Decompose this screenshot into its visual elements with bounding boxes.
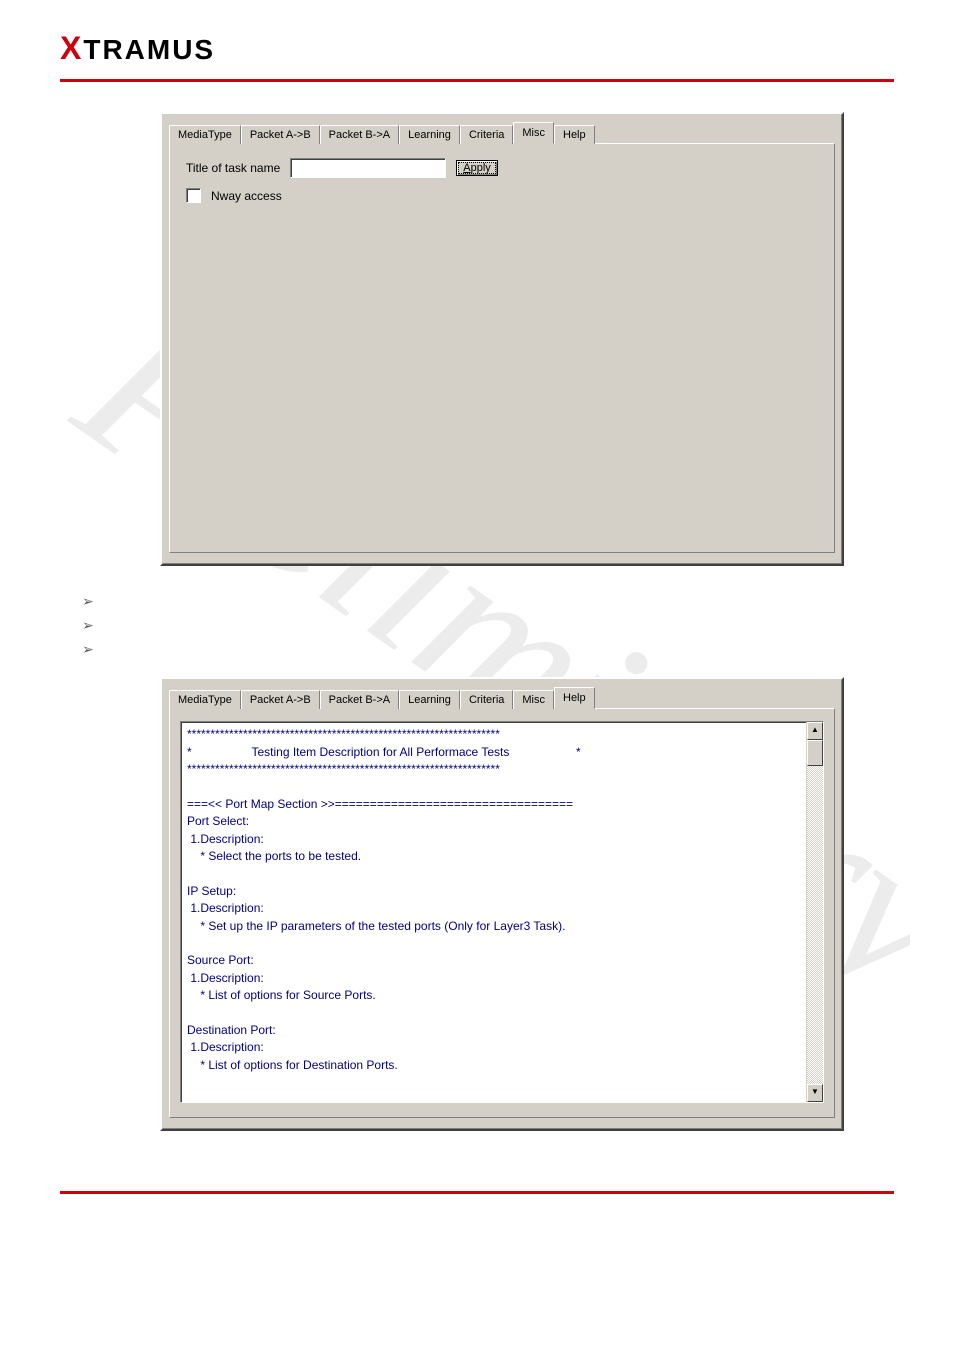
dialog-misc: MediaType Packet A->B Packet B->A Learni… bbox=[160, 112, 844, 566]
bullet-list: ➢ ➢ ➢ bbox=[82, 590, 894, 661]
tab-packet-a-b[interactable]: Packet A->B bbox=[241, 125, 320, 144]
nway-access-label: Nway access bbox=[211, 189, 282, 203]
scroll-up-icon[interactable]: ▲ bbox=[807, 722, 823, 740]
brand-logo: XTRAMUS bbox=[60, 20, 894, 75]
nway-access-checkbox[interactable] bbox=[186, 188, 201, 203]
tab-learning[interactable]: Learning bbox=[399, 690, 460, 709]
tab-mediatype[interactable]: MediaType bbox=[169, 690, 241, 709]
tab-misc[interactable]: Misc bbox=[513, 122, 554, 144]
help-text: ****************************************… bbox=[181, 722, 806, 1102]
chevron-right-icon: ➢ bbox=[82, 614, 894, 638]
tabstrip: MediaType Packet A->B Packet B->A Learni… bbox=[169, 686, 835, 708]
tabstrip: MediaType Packet A->B Packet B->A Learni… bbox=[169, 121, 835, 143]
tab-misc[interactable]: Misc bbox=[513, 690, 554, 709]
title-of-task-label: Title of task name bbox=[186, 161, 280, 175]
misc-panel: Title of task name Apply Nway access bbox=[169, 143, 835, 553]
help-textbox: ****************************************… bbox=[180, 721, 824, 1103]
tab-packet-a-b[interactable]: Packet A->B bbox=[241, 690, 320, 709]
footer-rule bbox=[60, 1191, 894, 1194]
scroll-thumb[interactable] bbox=[807, 740, 823, 766]
chevron-right-icon: ➢ bbox=[82, 590, 894, 614]
apply-button[interactable]: Apply bbox=[456, 160, 498, 176]
header-rule bbox=[60, 79, 894, 82]
scrollbar[interactable]: ▲ ▼ bbox=[806, 722, 823, 1102]
chevron-right-icon: ➢ bbox=[82, 638, 894, 662]
tab-criteria[interactable]: Criteria bbox=[460, 125, 513, 144]
dialog-help: MediaType Packet A->B Packet B->A Learni… bbox=[160, 677, 844, 1131]
tab-criteria[interactable]: Criteria bbox=[460, 690, 513, 709]
tab-mediatype[interactable]: MediaType bbox=[169, 125, 241, 144]
tab-learning[interactable]: Learning bbox=[399, 125, 460, 144]
scroll-track[interactable] bbox=[807, 740, 823, 1084]
help-panel: ****************************************… bbox=[169, 708, 835, 1118]
tab-packet-b-a[interactable]: Packet B->A bbox=[320, 690, 399, 709]
title-of-task-input[interactable] bbox=[290, 158, 446, 178]
tab-packet-b-a[interactable]: Packet B->A bbox=[320, 125, 399, 144]
tab-help[interactable]: Help bbox=[554, 125, 595, 144]
tab-help[interactable]: Help bbox=[554, 687, 595, 709]
scroll-down-icon[interactable]: ▼ bbox=[807, 1084, 823, 1102]
